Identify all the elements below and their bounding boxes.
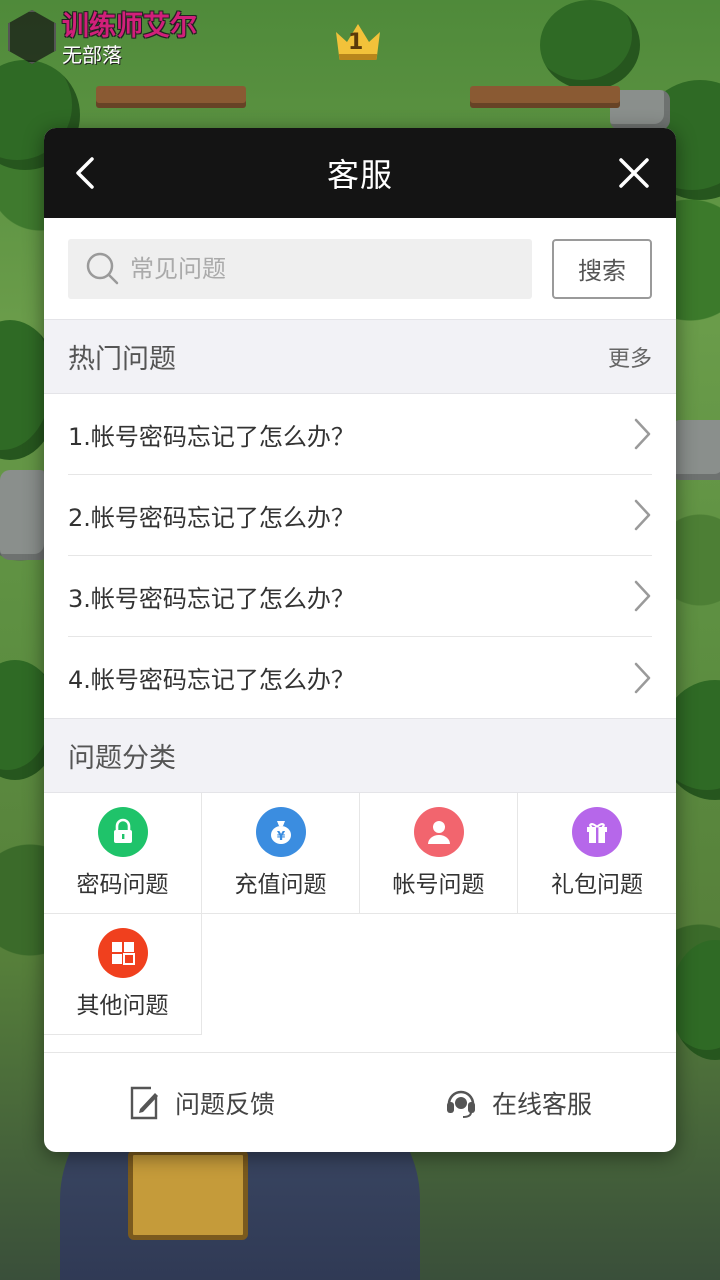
user-icon	[413, 807, 464, 857]
feedback-button[interactable]: 问题反馈	[44, 1053, 360, 1152]
chevron-left-icon	[76, 157, 94, 189]
categories-title: 问题分类	[68, 743, 176, 774]
faq-item-label: 4.帐号密码忘记了怎么办？	[68, 666, 355, 694]
online-service-label: 在线客服	[491, 1089, 592, 1119]
dialog-footer: 问题反馈 在线客服	[44, 1052, 676, 1152]
dialog-header: 客服	[44, 128, 676, 218]
dialog-title: 客服	[326, 156, 393, 194]
category-other[interactable]: 其他问题	[44, 914, 202, 1035]
money-bag-icon: ¥	[255, 807, 306, 857]
category-gift[interactable]: 礼包问题	[518, 793, 676, 914]
faq-item[interactable]: 4.帐号密码忘记了怎么办？	[68, 637, 652, 718]
clan-name: 无部落	[62, 43, 122, 67]
chevron-right-icon	[634, 580, 651, 612]
search-input[interactable]	[130, 254, 520, 283]
categories-header: 问题分类	[44, 718, 676, 793]
faq-item-label: 3.帐号密码忘记了怎么办？	[68, 584, 355, 613]
more-link[interactable]: 更多	[608, 341, 652, 373]
headset-icon	[446, 1090, 475, 1118]
category-label: 其他问题	[76, 993, 169, 1019]
faq-item[interactable]: 1.帐号密码忘记了怎么办？	[68, 394, 652, 475]
hot-questions-header: 热门问题 更多	[44, 319, 676, 394]
faq-item[interactable]: 2.帐号密码忘记了怎么办？	[68, 475, 652, 556]
player-hud: 训练师艾尔 无部落	[8, 10, 197, 66]
player-name: 训练师艾尔	[62, 11, 197, 42]
feedback-label: 问题反馈	[174, 1089, 275, 1119]
close-icon	[619, 158, 649, 188]
search-box[interactable]	[68, 238, 532, 299]
category-label: 帐号问题	[392, 872, 485, 898]
gift-icon	[572, 807, 622, 857]
category-recharge[interactable]: ¥ 充值问题	[202, 793, 360, 914]
category-label: 礼包问题	[551, 872, 643, 898]
category-account[interactable]: 帐号问题	[360, 793, 518, 914]
category-password[interactable]: 密码问题	[44, 793, 202, 914]
chevron-right-icon	[634, 418, 651, 450]
hot-questions-title: 热门问题	[68, 344, 176, 375]
lock-icon	[97, 807, 148, 857]
search-button[interactable]: 搜索	[552, 238, 652, 299]
svg-text:¥: ¥	[276, 829, 285, 843]
back-button[interactable]	[66, 153, 106, 193]
crown-count: 1	[348, 30, 364, 55]
search-row: 搜索	[44, 218, 676, 319]
grid-icon	[97, 928, 148, 978]
customer-service-dialog: 客服 搜索 热门问题 更多 1.帐号密码忘记了怎么办？ 2.帐号密码忘记了怎么办…	[44, 128, 676, 1152]
category-label: 充值问题	[234, 872, 327, 898]
category-grid: 密码问题 ¥ 充值问题 帐号问题 礼包问题 其他问题	[44, 793, 676, 1035]
search-icon	[86, 252, 119, 284]
online-service-button[interactable]: 在线客服	[360, 1053, 676, 1152]
chevron-right-icon	[634, 499, 651, 531]
edit-icon	[130, 1086, 158, 1119]
faq-item-label: 2.帐号密码忘记了怎么办？	[68, 503, 355, 532]
chevron-right-icon	[634, 662, 651, 693]
faq-item-label: 1.帐号密码忘记了怎么办？	[68, 422, 355, 451]
clan-emblem-icon	[8, 10, 56, 64]
faq-item[interactable]: 3.帐号密码忘记了怎么办？	[68, 556, 652, 637]
close-button[interactable]	[614, 153, 654, 193]
hot-questions-list: 1.帐号密码忘记了怎么办？ 2.帐号密码忘记了怎么办？ 3.帐号密码忘记了怎么办…	[44, 394, 676, 718]
category-label: 密码问题	[76, 872, 169, 898]
